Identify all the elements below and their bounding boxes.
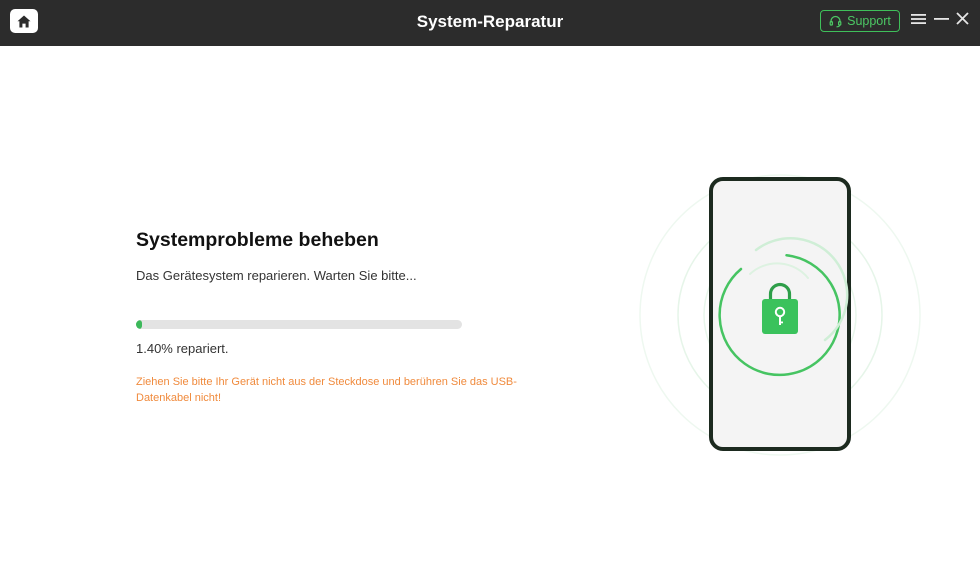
menu-button[interactable] [909,12,927,30]
phone-lock-illustration [630,170,930,460]
minimize-button[interactable] [932,12,950,30]
home-icon [17,15,31,28]
warning-message: Ziehen Sie bitte Ihr Gerät nicht aus der… [136,376,517,404]
close-button[interactable] [953,12,971,30]
progress-bar [136,320,462,329]
headset-icon [829,15,842,28]
progress-text: 1.40% repariert. [136,341,229,356]
app-window: System-Reparatur Support Systemprobleme … [0,0,980,582]
support-button[interactable]: Support [820,10,900,32]
progress-bar-fill [136,320,142,329]
minimize-icon [933,12,949,30]
menu-icon [910,12,926,30]
close-icon [955,12,969,30]
title-bar: System-Reparatur Support [0,0,980,46]
status-subtext: Das Gerätesystem reparieren. Warten Sie … [136,268,417,283]
support-label: Support [847,14,891,28]
page-heading: Systemprobleme beheben [136,229,379,251]
home-button[interactable] [10,9,38,33]
